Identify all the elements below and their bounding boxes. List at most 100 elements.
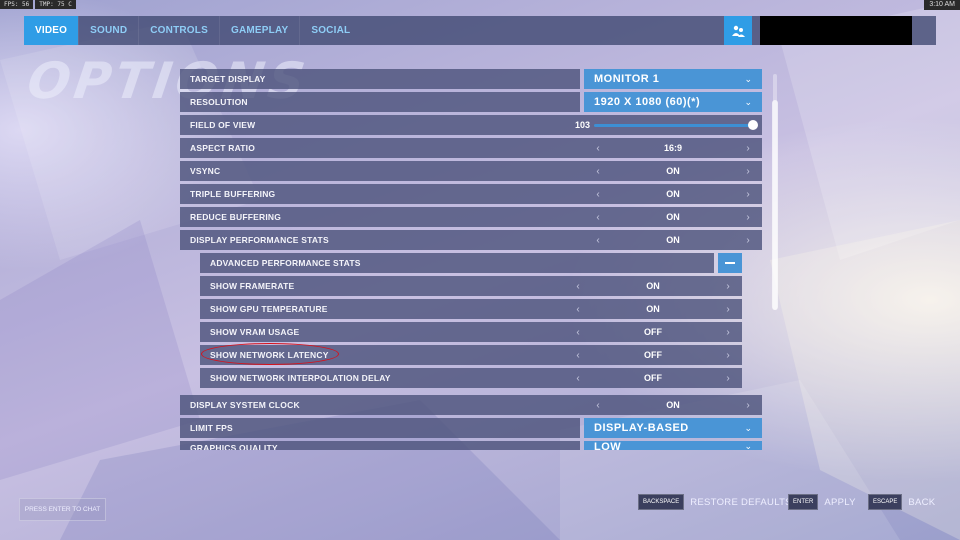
temperature-readout: TMP: 75 C	[35, 0, 76, 9]
enter-key-icon: ENTER	[788, 494, 819, 510]
chevron-down-icon: ⌄	[744, 73, 752, 84]
options-tab-bar: VIDEO SOUND CONTROLS GAMEPLAY SOCIAL	[24, 16, 936, 45]
dropdown-value: LOW	[594, 441, 622, 450]
minus-icon	[725, 262, 735, 264]
restore-defaults-label: RESTORE DEFAULTS	[690, 496, 792, 508]
display-performance-stats-selector: ‹ ON ›	[584, 230, 762, 250]
chevron-left-icon[interactable]: ‹	[593, 235, 603, 246]
escape-key-icon: ESCAPE	[868, 494, 903, 510]
tab-controls[interactable]: CONTROLS	[138, 16, 219, 45]
back-button[interactable]: ESCAPE BACK	[868, 494, 935, 510]
show-network-interpolation-delay-selector: ‹ OFF ›	[564, 368, 742, 388]
show-network-latency-selector: ‹ OFF ›	[564, 345, 742, 365]
setting-label: GRAPHICS QUALITY	[190, 443, 278, 450]
fps-readout: FPS: 56	[0, 0, 34, 9]
setting-label: RESOLUTION	[190, 97, 248, 107]
setting-row-show-vram-usage: SHOW VRAM USAGE ‹ OFF ›	[200, 322, 742, 342]
setting-row-display-performance-stats: DISPLAY PERFORMANCE STATS ‹ ON ›	[180, 230, 762, 250]
triple-buffering-selector: ‹ ON ›	[584, 184, 762, 204]
chat-button[interactable]: PRESS ENTER TO CHAT	[19, 498, 106, 521]
collapse-button[interactable]	[718, 253, 742, 273]
setting-label: SHOW NETWORK INTERPOLATION DELAY	[210, 373, 391, 383]
chevron-down-icon: ⌄	[744, 422, 752, 433]
back-label: BACK	[908, 496, 936, 508]
tab-video[interactable]: VIDEO	[24, 16, 79, 45]
selector-value: ON	[646, 281, 660, 291]
tab-gameplay[interactable]: GAMEPLAY	[218, 16, 299, 45]
setting-label: SHOW FRAMERATE	[210, 281, 295, 291]
show-gpu-temperature-selector: ‹ ON ›	[564, 299, 742, 319]
display-system-clock-selector: ‹ ON ›	[584, 395, 762, 415]
chevron-left-icon[interactable]: ‹	[573, 350, 583, 361]
show-framerate-selector: ‹ ON ›	[564, 276, 742, 296]
chevron-right-icon[interactable]: ›	[723, 350, 733, 361]
selector-value: OFF	[644, 350, 662, 360]
setting-label: TARGET DISPLAY	[190, 74, 266, 84]
system-clock: 3:10 AM	[924, 0, 960, 10]
social-group-icon	[732, 25, 745, 37]
limit-fps-dropdown[interactable]: DISPLAY-BASED ⌄	[584, 418, 762, 438]
slider-handle[interactable]	[748, 119, 758, 130]
setting-row-advanced-performance-stats: ADVANCED PERFORMANCE STATS	[200, 253, 742, 273]
selector-value: ON	[666, 212, 680, 222]
setting-row-field-of-view: FIELD OF VIEW 103	[180, 115, 762, 135]
chevron-right-icon[interactable]: ›	[743, 212, 753, 223]
chevron-right-icon[interactable]: ›	[743, 166, 753, 177]
setting-row-show-network-latency: SHOW NETWORK LATENCY ‹ OFF ›	[200, 345, 742, 365]
chevron-left-icon[interactable]: ‹	[593, 212, 603, 223]
setting-row-show-gpu-temperature: SHOW GPU TEMPERATURE ‹ ON ›	[200, 299, 742, 319]
selector-value: ON	[646, 304, 660, 314]
chevron-right-icon[interactable]: ›	[743, 235, 753, 246]
setting-row-show-network-interpolation-delay: SHOW NETWORK INTERPOLATION DELAY ‹ OFF ›	[200, 368, 742, 388]
setting-row-graphics-quality: GRAPHICS QUALITY LOW ⌄	[180, 441, 762, 450]
restore-defaults-button[interactable]: BACKSPACE RESTORE DEFAULTS	[638, 494, 792, 510]
setting-label: DISPLAY PERFORMANCE STATS	[190, 235, 329, 245]
setting-label: LIMIT FPS	[190, 423, 233, 433]
video-settings-list: TARGET DISPLAY MONITOR 1 ⌄ RESOLUTION 19…	[180, 69, 762, 450]
setting-row-vsync: VSYNC ‹ ON ›	[180, 161, 762, 181]
tab-social[interactable]: SOCIAL	[299, 16, 361, 45]
setting-row-limit-fps: LIMIT FPS DISPLAY-BASED ⌄	[180, 418, 762, 438]
selector-value: ON	[666, 166, 680, 176]
setting-row-display-system-clock: DISPLAY SYSTEM CLOCK ‹ ON ›	[180, 395, 762, 415]
chevron-right-icon[interactable]: ›	[743, 143, 753, 154]
chevron-left-icon[interactable]: ‹	[593, 189, 603, 200]
slider-track	[594, 119, 758, 130]
apply-label: APPLY	[824, 496, 856, 508]
target-display-dropdown[interactable]: MONITOR 1 ⌄	[584, 69, 762, 89]
chevron-left-icon[interactable]: ‹	[573, 281, 583, 292]
chevron-left-icon[interactable]: ‹	[573, 327, 583, 338]
setting-label: ASPECT RATIO	[190, 143, 256, 153]
fov-slider[interactable]	[584, 115, 762, 135]
vsync-selector: ‹ ON ›	[584, 161, 762, 181]
chevron-right-icon[interactable]: ›	[723, 327, 733, 338]
chevron-right-icon[interactable]: ›	[723, 304, 733, 315]
dropdown-value: MONITOR 1	[594, 73, 660, 85]
chevron-left-icon[interactable]: ‹	[573, 304, 583, 315]
social-button[interactable]	[724, 16, 752, 45]
chevron-right-icon[interactable]: ›	[743, 189, 753, 200]
chevron-left-icon[interactable]: ‹	[593, 400, 603, 411]
graphics-quality-dropdown[interactable]: LOW ⌄	[584, 441, 762, 450]
setting-label: TRIPLE BUFFERING	[190, 189, 276, 199]
chevron-right-icon[interactable]: ›	[723, 281, 733, 292]
apply-button[interactable]: ENTER APPLY	[788, 494, 856, 510]
backspace-key-icon: BACKSPACE	[638, 494, 685, 510]
selector-value: ON	[666, 400, 680, 410]
resolution-dropdown[interactable]: 1920 X 1080 (60)(*) ⌄	[584, 92, 762, 112]
scrollbar-thumb[interactable]	[772, 100, 778, 310]
redacted-player-name	[760, 16, 912, 45]
setting-row-target-display: TARGET DISPLAY MONITOR 1 ⌄	[180, 69, 762, 89]
setting-label: VSYNC	[190, 166, 221, 176]
dropdown-value: 1920 X 1080 (60)(*)	[594, 96, 701, 108]
chevron-right-icon[interactable]: ›	[723, 373, 733, 384]
selector-value: OFF	[644, 373, 662, 383]
performance-overlay: FPS: 56 TMP: 75 C	[0, 0, 76, 9]
chevron-right-icon[interactable]: ›	[743, 400, 753, 411]
tab-sound[interactable]: SOUND	[78, 16, 138, 45]
fov-value: 103	[574, 120, 590, 130]
chevron-left-icon[interactable]: ‹	[593, 143, 603, 154]
chevron-left-icon[interactable]: ‹	[593, 166, 603, 177]
chevron-left-icon[interactable]: ‹	[573, 373, 583, 384]
chevron-down-icon: ⌄	[744, 96, 752, 107]
